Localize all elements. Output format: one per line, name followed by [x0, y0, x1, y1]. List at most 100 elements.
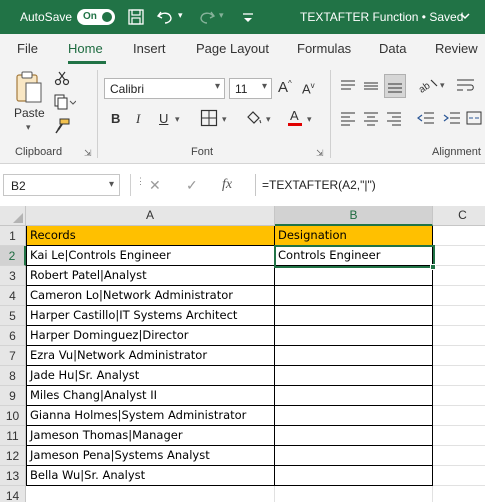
- chevron-down-icon[interactable]: [458, 9, 472, 26]
- name-box-dropdown-icon[interactable]: ▾: [109, 179, 114, 190]
- row-header[interactable]: 10: [0, 406, 26, 426]
- align-right-icon[interactable]: [386, 110, 402, 129]
- tab-insert[interactable]: Insert: [133, 41, 166, 56]
- cell-record[interactable]: Jameson Pena|Systems Analyst: [26, 446, 275, 466]
- cell-empty[interactable]: [433, 486, 485, 502]
- borders-dropdown-icon[interactable]: ▾: [222, 114, 227, 125]
- row-header[interactable]: 12: [0, 446, 26, 466]
- cell-empty[interactable]: [433, 366, 485, 386]
- cell-designation[interactable]: [275, 386, 433, 406]
- tab-data[interactable]: Data: [379, 41, 406, 56]
- header-cell-designation[interactable]: Designation: [275, 226, 433, 246]
- decrease-font-size-icon[interactable]: Av: [302, 81, 315, 96]
- paste-icon[interactable]: [14, 70, 44, 109]
- column-header-a[interactable]: A: [26, 206, 275, 226]
- undo-icon[interactable]: [156, 8, 176, 29]
- row-header[interactable]: 8: [0, 366, 26, 386]
- cell-record[interactable]: Jade Hu|Sr. Analyst: [26, 366, 275, 386]
- font-launcher-icon[interactable]: ⇲: [316, 148, 324, 159]
- cell-designation[interactable]: [275, 466, 433, 486]
- more-options-icon[interactable]: ⋮: [136, 176, 145, 187]
- underline-button[interactable]: U: [159, 111, 168, 126]
- cell-record[interactable]: Cameron Lo|Network Administrator: [26, 286, 275, 306]
- bold-button[interactable]: B: [111, 111, 120, 126]
- row-header[interactable]: 7: [0, 346, 26, 366]
- tab-formulas[interactable]: Formulas: [297, 41, 351, 56]
- cell-empty[interactable]: [433, 326, 485, 346]
- tab-file[interactable]: File: [17, 41, 38, 56]
- align-bottom-icon[interactable]: [384, 74, 406, 98]
- document-title[interactable]: TEXTAFTER Function • Saved: [300, 10, 463, 24]
- cell-designation[interactable]: [275, 426, 433, 446]
- customize-toolbar-icon[interactable]: [241, 8, 255, 29]
- font-size-box[interactable]: 11 ▾: [229, 78, 272, 99]
- header-cell-records[interactable]: Records: [26, 226, 275, 246]
- underline-dropdown-icon[interactable]: ▾: [175, 114, 180, 125]
- borders-icon[interactable]: [200, 109, 218, 130]
- cell-empty[interactable]: [433, 226, 485, 246]
- cell-empty[interactable]: [433, 266, 485, 286]
- paste-dropdown-icon[interactable]: ▾: [26, 122, 31, 133]
- cell-empty[interactable]: [433, 446, 485, 466]
- cell-designation[interactable]: [275, 306, 433, 326]
- format-painter-icon[interactable]: [54, 118, 70, 137]
- row-header[interactable]: 5: [0, 306, 26, 326]
- select-all-button[interactable]: [0, 206, 26, 226]
- row-header[interactable]: 3: [0, 266, 26, 286]
- font-name-dropdown-icon[interactable]: ▾: [215, 81, 220, 92]
- align-left-icon[interactable]: [340, 110, 356, 129]
- cell-empty[interactable]: [433, 346, 485, 366]
- redo-icon[interactable]: [196, 8, 216, 29]
- row-header[interactable]: 14: [0, 486, 26, 502]
- cell-empty[interactable]: [433, 386, 485, 406]
- row-header[interactable]: 2: [0, 246, 26, 266]
- cell-designation[interactable]: [275, 266, 433, 286]
- cell-empty[interactable]: [433, 286, 485, 306]
- merge-center-icon[interactable]: [466, 110, 482, 129]
- enter-icon[interactable]: ✓: [186, 177, 198, 194]
- save-icon[interactable]: [127, 8, 145, 29]
- cell-record[interactable]: Kai Le|Controls Engineer: [26, 246, 275, 266]
- clipboard-launcher-icon[interactable]: ⇲: [84, 148, 92, 159]
- cell-record[interactable]: Ezra Vu|Network Administrator: [26, 346, 275, 366]
- cell-empty[interactable]: [433, 306, 485, 326]
- row-header[interactable]: 9: [0, 386, 26, 406]
- fill-handle[interactable]: [430, 264, 436, 270]
- cell-designation[interactable]: Controls Engineer: [275, 246, 433, 266]
- autosave-toggle[interactable]: On: [77, 9, 115, 25]
- italic-button[interactable]: I: [136, 111, 140, 127]
- paste-label[interactable]: Paste: [14, 106, 45, 120]
- align-center-icon[interactable]: [363, 110, 379, 129]
- copy-icon[interactable]: [54, 94, 77, 113]
- row-header[interactable]: 11: [0, 426, 26, 446]
- increase-font-size-icon[interactable]: A^: [278, 79, 292, 96]
- cell-designation[interactable]: [275, 446, 433, 466]
- cell-record[interactable]: Bella Wu|Sr. Analyst: [26, 466, 275, 486]
- cell-designation[interactable]: [275, 366, 433, 386]
- cell-record[interactable]: Gianna Holmes|System Administrator: [26, 406, 275, 426]
- decrease-indent-icon[interactable]: [417, 110, 435, 129]
- increase-indent-icon[interactable]: [443, 110, 461, 129]
- font-name-box[interactable]: Calibri ▾: [104, 78, 225, 99]
- row-header[interactable]: 6: [0, 326, 26, 346]
- tab-page-layout[interactable]: Page Layout: [196, 41, 269, 56]
- row-header[interactable]: 13: [0, 466, 26, 486]
- wrap-text-icon[interactable]: [456, 76, 476, 97]
- row-header[interactable]: 1: [0, 226, 26, 246]
- tab-review[interactable]: Review: [435, 41, 478, 56]
- align-middle-icon[interactable]: [363, 78, 379, 97]
- cell-record[interactable]: Harper Castillo|IT Systems Architect: [26, 306, 275, 326]
- cell-designation[interactable]: [275, 406, 433, 426]
- fill-color-icon[interactable]: [245, 109, 263, 130]
- name-box[interactable]: B2 ▾: [3, 174, 120, 196]
- cell-empty[interactable]: [433, 426, 485, 446]
- insert-function-icon[interactable]: fx: [222, 177, 232, 193]
- undo-dropdown-icon[interactable]: ▾: [178, 10, 183, 21]
- cell-record[interactable]: Robert Patel|Analyst: [26, 266, 275, 286]
- font-color-icon[interactable]: A: [287, 108, 303, 131]
- cell-designation[interactable]: [275, 346, 433, 366]
- redo-dropdown-icon[interactable]: ▾: [219, 10, 224, 21]
- cell-empty[interactable]: [433, 246, 485, 266]
- orientation-dropdown-icon[interactable]: ▾: [440, 80, 445, 91]
- fill-color-dropdown-icon[interactable]: ▾: [266, 114, 271, 125]
